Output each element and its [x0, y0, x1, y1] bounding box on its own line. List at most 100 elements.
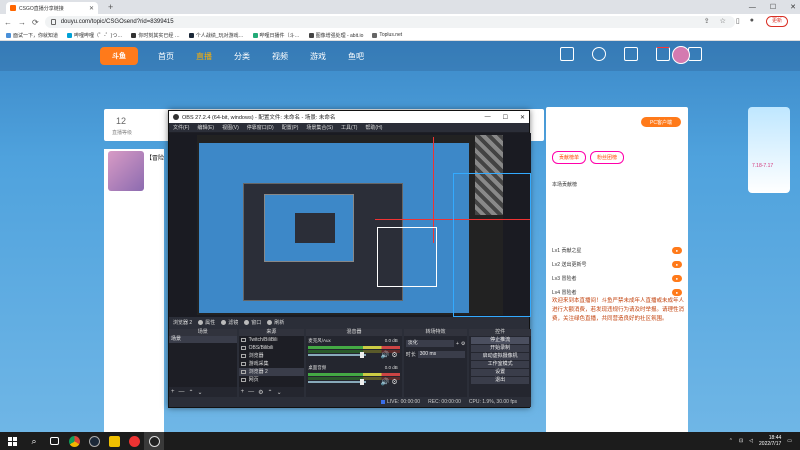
- follow-icon[interactable]: [624, 47, 638, 61]
- menu-category[interactable]: 分类: [234, 51, 250, 62]
- maximize-icon[interactable]: ☐: [770, 3, 776, 11]
- add-icon[interactable]: +: [456, 341, 459, 347]
- task-icon[interactable]: [688, 47, 702, 61]
- up-icon[interactable]: ⌃: [268, 389, 273, 396]
- remove-icon[interactable]: —: [179, 389, 185, 396]
- obs-preview-canvas[interactable]: [197, 135, 531, 317]
- bookmark-item[interactable]: 你时刻其实已经 …: [131, 32, 180, 39]
- ad-banner[interactable]: 7.18-7.17: [748, 107, 790, 193]
- minimize-icon[interactable]: —: [749, 4, 756, 11]
- tab-fans[interactable]: 粉丝团榜: [590, 151, 625, 164]
- gear-icon[interactable]: ⚙: [391, 352, 397, 359]
- scene-item[interactable]: 场景: [169, 336, 237, 343]
- obs-close-icon[interactable]: ✕: [520, 114, 525, 121]
- start-recording-button[interactable]: 开始录制: [471, 345, 529, 352]
- obs-menu-view[interactable]: 视图(V): [222, 124, 239, 131]
- add-icon[interactable]: +: [241, 389, 245, 396]
- bookmark-item[interactable]: 图像增强处理 - abit.io: [308, 32, 363, 39]
- history-icon[interactable]: [592, 47, 606, 61]
- share-icon[interactable]: ⇪: [704, 17, 710, 25]
- gear-icon[interactable]: ⚙: [391, 379, 397, 386]
- down-icon[interactable]: ⌄: [198, 389, 203, 396]
- chrome-icon[interactable]: [64, 432, 84, 450]
- anchor-name[interactable]: 【冒险: [146, 153, 164, 162]
- down-icon[interactable]: ⌄: [277, 389, 282, 396]
- studio-mode-button[interactable]: 工作室模式: [471, 361, 529, 368]
- obs-maximize-icon[interactable]: ☐: [503, 114, 508, 121]
- stop-streaming-button[interactable]: 停止推流: [471, 337, 529, 344]
- netease-music-icon[interactable]: [124, 432, 144, 450]
- gear-icon[interactable]: ⚙: [461, 341, 465, 347]
- up-icon[interactable]: ⌃: [189, 389, 194, 396]
- source-item[interactable]: Twitch/BiliBili: [239, 336, 305, 344]
- remove-icon[interactable]: —: [248, 389, 254, 396]
- menu-video[interactable]: 视频: [272, 51, 288, 62]
- refresh-button[interactable]: 刷新: [267, 319, 284, 326]
- selected-source-box[interactable]: [377, 227, 437, 287]
- tray-chevron-icon[interactable]: ⌃: [729, 438, 733, 444]
- app-icon[interactable]: [104, 432, 124, 450]
- menu-live[interactable]: 直播: [196, 51, 212, 62]
- add-icon[interactable]: +: [171, 389, 175, 396]
- menu-home[interactable]: 首页: [158, 51, 174, 62]
- source-item[interactable]: 游戏采集: [239, 360, 305, 368]
- virtual-camera-button[interactable]: 启动虚拟摄像机: [471, 353, 529, 360]
- source-item[interactable]: 网页: [239, 376, 305, 384]
- steam-icon[interactable]: [84, 432, 104, 450]
- bookmark-item[interactable]: 个人战绩_玩对游戏…: [188, 32, 244, 39]
- source-item[interactable]: OBS/Bilibili: [239, 344, 305, 352]
- back-icon[interactable]: ←: [4, 18, 12, 27]
- clock[interactable]: 18:44 2022/7/17: [759, 435, 781, 447]
- bookmark-item[interactable]: 面试一下，你就知道: [6, 32, 58, 39]
- update-button[interactable]: 更新: [765, 16, 788, 27]
- interact-button[interactable]: 窗口: [244, 319, 261, 326]
- volume-slider[interactable]: [308, 354, 367, 356]
- close-window-icon[interactable]: ✕: [790, 3, 796, 11]
- menu-game[interactable]: 游戏: [310, 51, 326, 62]
- star-icon[interactable]: ☆: [720, 17, 726, 25]
- transition-select[interactable]: 淡化: [405, 340, 454, 347]
- settings-button[interactable]: 设置: [471, 369, 529, 376]
- obs-menu-edit[interactable]: 编辑(E): [197, 124, 214, 131]
- user-avatar[interactable]: [672, 46, 690, 64]
- reload-icon[interactable]: ⟳: [32, 18, 39, 27]
- settings-icon[interactable]: ⚙: [258, 389, 263, 396]
- source-bounding-box[interactable]: [453, 173, 531, 317]
- sidebar-icon[interactable]: ▯: [736, 17, 740, 25]
- menu-yuba[interactable]: 鱼吧: [348, 51, 364, 62]
- new-tab-icon[interactable]: +: [108, 2, 113, 12]
- duration-input[interactable]: 300 ms: [417, 351, 466, 358]
- profile-icon[interactable]: ●: [750, 17, 754, 25]
- exit-button[interactable]: 退出: [471, 377, 529, 384]
- network-icon[interactable]: ⊡: [739, 438, 743, 444]
- download-icon[interactable]: [560, 47, 574, 61]
- obs-menu-file[interactable]: 文件(F): [173, 124, 189, 131]
- obs-menu-help[interactable]: 帮助(H): [365, 124, 382, 131]
- message-icon[interactable]: [656, 47, 670, 61]
- obs-menu-profile[interactable]: 配置(P): [282, 124, 299, 131]
- douyu-logo[interactable]: 斗鱼: [100, 47, 138, 65]
- obs-taskbar-icon[interactable]: [144, 432, 164, 450]
- windows-start-icon[interactable]: [0, 436, 24, 446]
- tab-contribution[interactable]: 贡献榜单: [552, 151, 587, 164]
- speaker-icon[interactable]: 🔊: [381, 352, 390, 359]
- source-item-selected[interactable]: 浏览器 2: [238, 368, 305, 376]
- obs-minimize-icon[interactable]: —: [485, 114, 491, 121]
- volume-knob[interactable]: [360, 379, 365, 385]
- search-icon[interactable]: ⌕: [24, 432, 44, 450]
- tab-close-icon[interactable]: ✕: [89, 5, 94, 12]
- properties-button[interactable]: 属性: [198, 319, 215, 326]
- pc-client-button[interactable]: PC客户端: [641, 117, 681, 127]
- obs-menu-docks[interactable]: 停靠窗口(D): [247, 124, 274, 131]
- bookmark-item[interactable]: 哔哩哔哩（゜-゜)つ…: [67, 32, 122, 39]
- bookmark-item[interactable]: Toplus.net: [372, 32, 402, 38]
- volume-knob[interactable]: [360, 352, 365, 358]
- speaker-icon[interactable]: 🔊: [381, 379, 390, 386]
- forward-icon[interactable]: →: [18, 18, 26, 27]
- notification-icon[interactable]: ▭: [787, 438, 792, 444]
- task-view-icon[interactable]: [44, 432, 64, 450]
- filters-button[interactable]: 滤镜: [221, 319, 238, 326]
- obs-menu-tools[interactable]: 工具(T): [341, 124, 357, 131]
- bookmark-item[interactable]: 哔哩日播件（斗…: [252, 32, 300, 39]
- obs-menu-scenes[interactable]: 场景集合(S): [306, 124, 333, 131]
